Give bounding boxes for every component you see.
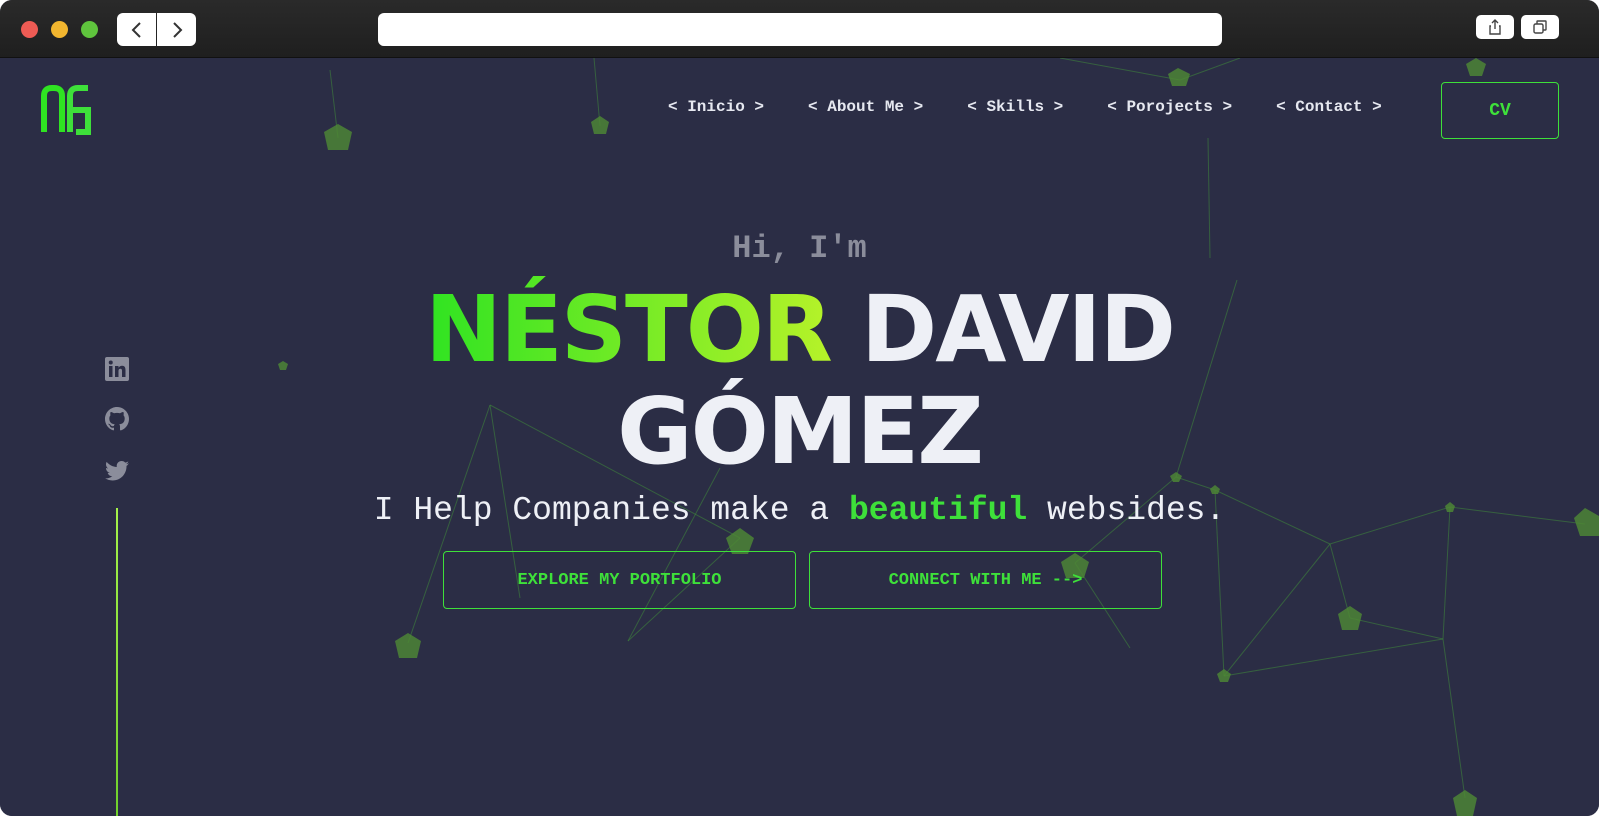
browser-window: < Inicio > < About Me > < Skills > < Por…	[0, 0, 1599, 816]
forward-button[interactable]	[157, 13, 196, 46]
browser-toolbar	[0, 0, 1599, 58]
chevron-right-icon	[172, 21, 182, 38]
minimize-window-button[interactable]	[51, 21, 68, 38]
last-name: GÓMEZ	[617, 378, 984, 485]
tabs-overview-button[interactable]	[1521, 15, 1559, 39]
hero-name-line-1: NÉSTOR DAVID	[0, 280, 1599, 380]
nav-item-projects[interactable]: < Porojects >	[1107, 98, 1232, 116]
maximize-window-button[interactable]	[81, 21, 98, 38]
nav-item-contact[interactable]: < Contact >	[1276, 98, 1382, 116]
share-button[interactable]	[1476, 15, 1514, 39]
first-name: NÉSTOR	[424, 276, 833, 383]
nav-item-about-me[interactable]: < About Me >	[808, 98, 923, 116]
back-button[interactable]	[117, 13, 156, 46]
connect-with-me-button[interactable]: CONNECT WITH ME -->	[809, 551, 1162, 609]
hero-tagline: I Help Companies make a beautiful websid…	[0, 492, 1599, 529]
tabs-icon	[1533, 20, 1547, 34]
logo-icon[interactable]	[40, 84, 92, 136]
portfolio-page: < Inicio > < About Me > < Skills > < Por…	[0, 58, 1599, 816]
address-bar[interactable]	[378, 13, 1222, 46]
explore-portfolio-button[interactable]: EXPLORE MY PORTFOLIO	[443, 551, 796, 609]
main-nav: < Inicio > < About Me > < Skills > < Por…	[668, 98, 1426, 116]
close-window-button[interactable]	[21, 21, 38, 38]
tagline-start: I Help Companies make a	[373, 492, 849, 529]
middle-name: DAVID	[860, 276, 1176, 383]
tagline-highlight: beautiful	[849, 492, 1028, 529]
nav-item-skills[interactable]: < Skills >	[967, 98, 1063, 116]
chevron-left-icon	[131, 21, 141, 38]
share-icon	[1489, 19, 1501, 35]
cv-button[interactable]: CV	[1441, 82, 1559, 139]
sidebar-divider-line	[116, 508, 118, 816]
nav-item-inicio[interactable]: < Inicio >	[668, 98, 764, 116]
greeting-text: Hi, I'm	[732, 230, 867, 267]
tagline-end: websides.	[1027, 492, 1226, 529]
